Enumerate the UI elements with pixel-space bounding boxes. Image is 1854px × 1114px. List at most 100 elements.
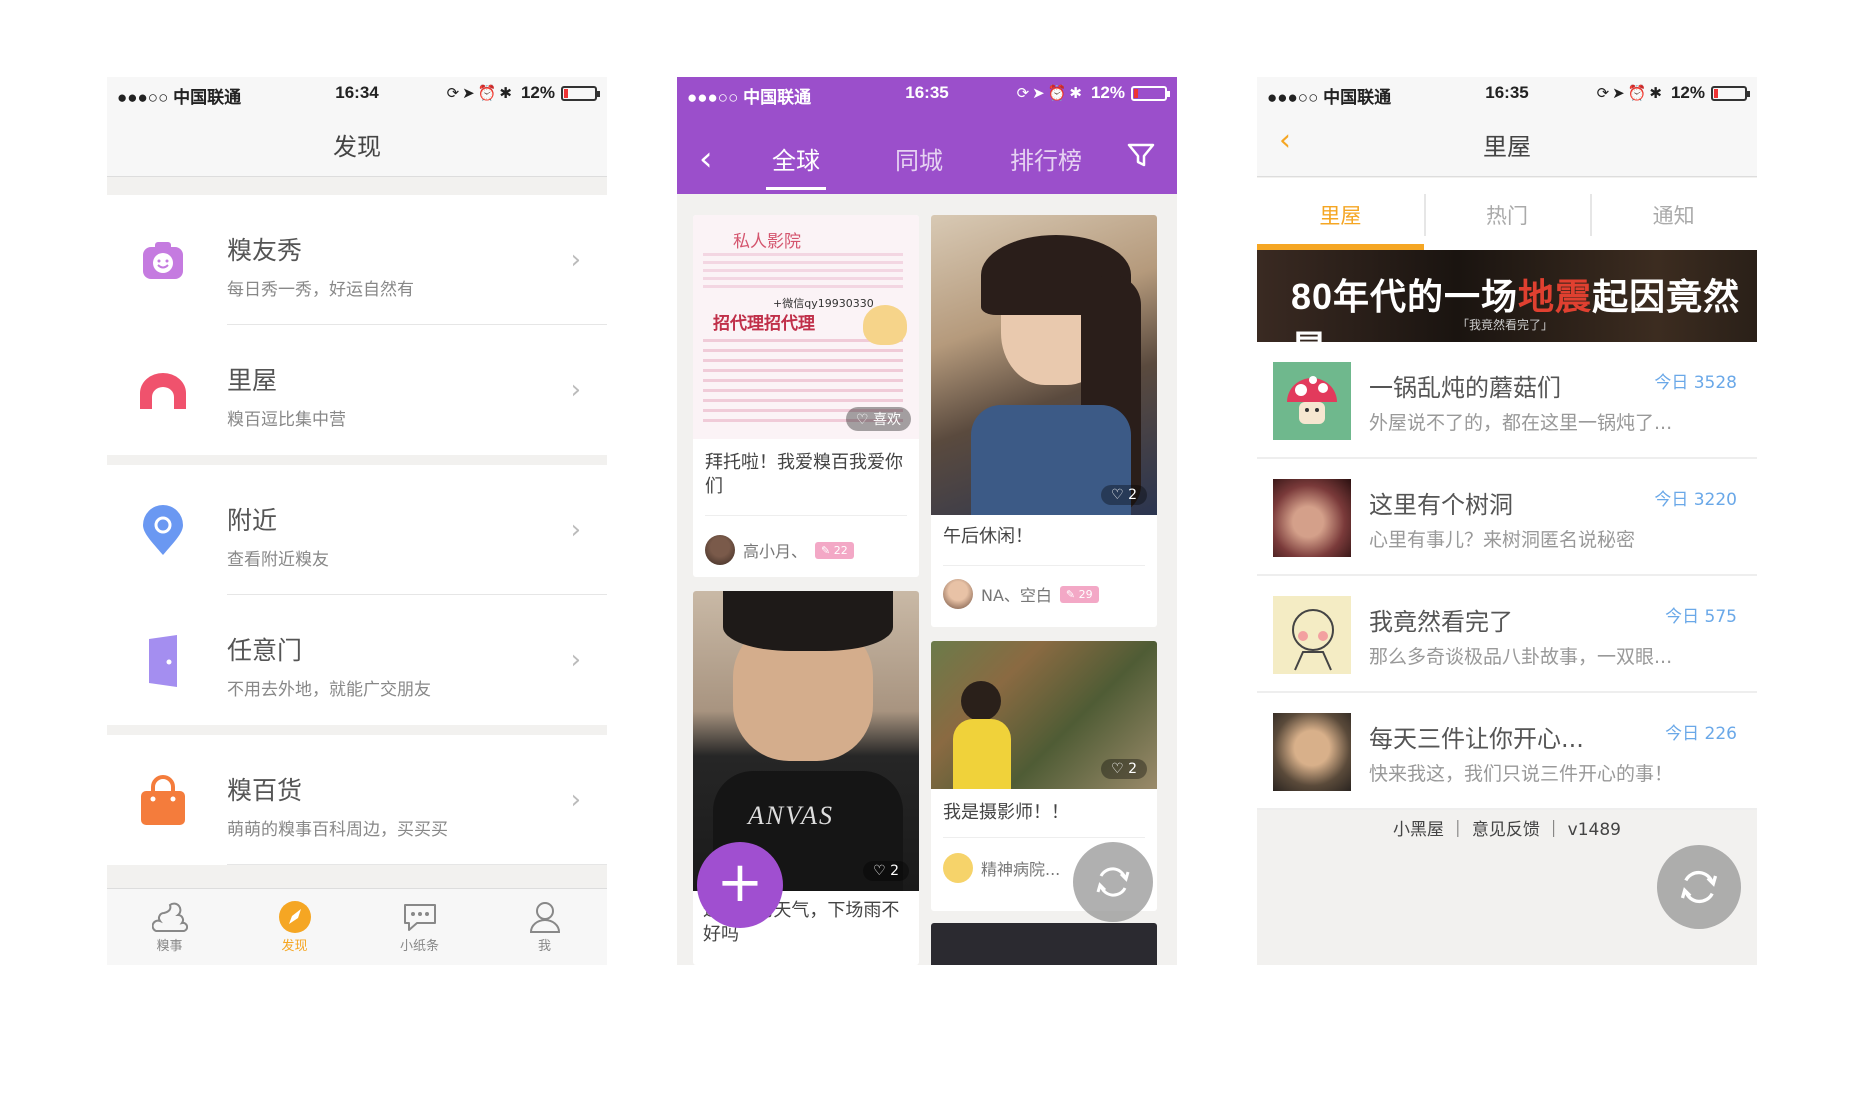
banner-shop-name: 私人影院 xyxy=(733,232,801,252)
author-name: 精神病院... xyxy=(981,860,1061,879)
tab-same-city[interactable]: 同城 xyxy=(895,141,943,176)
tab-qiushi[interactable]: 糗事 xyxy=(107,889,232,965)
discover-screen: ●●●○○ 中国联通 16:34 ⟳➤⏰✱ 12% 发现 糗友秀 每日秀一秀，好… xyxy=(107,77,607,965)
footer-links[interactable]: 小黑屋 ｜ 意见反馈 ｜ v1489 xyxy=(1257,815,1757,840)
today-count: 今日 575 xyxy=(1665,607,1737,627)
group-row[interactable]: 这里有个树洞 今日 3220 心里有事儿？来树洞匿名说秘密 xyxy=(1257,459,1757,576)
like-button[interactable]: ♡ 2 xyxy=(863,861,909,881)
banner-recruit: 招代理招代理 xyxy=(713,314,815,334)
post-author[interactable]: 高小月、 ✎ 22 xyxy=(705,535,854,565)
author-name: 高小月、 xyxy=(743,542,808,561)
tab-me[interactable]: 我 xyxy=(482,889,607,965)
post-caption: 我是摄影师！！ xyxy=(943,802,1069,823)
add-post-button[interactable]: + xyxy=(697,842,783,928)
tab-faxian[interactable]: 发现 xyxy=(232,889,357,965)
battery-icon xyxy=(1711,85,1750,101)
item-desc: 查看附近糗友 xyxy=(227,550,329,570)
group-row[interactable]: 一锅乱炖的蘑菇们 今日 3528 外屋说不了的，都在这里一锅炖了... xyxy=(1257,342,1757,459)
like-button[interactable]: ♡ 2 xyxy=(1101,759,1147,779)
list-item-fujin[interactable]: 附近 查看附近糗友 › xyxy=(107,465,607,595)
shopping-bag-icon xyxy=(137,775,189,827)
page-title: 里屋 xyxy=(1483,133,1531,161)
back-chevron-icon[interactable]: ‹ xyxy=(699,139,713,179)
group-desc: 外屋说不了的，都在这里一锅炖了... xyxy=(1369,412,1673,434)
status-icons: ⟳➤⏰✱ xyxy=(1016,85,1085,102)
liwu-screen: ●●●○○ 中国联通 16:35 ⟳➤⏰✱ 12% ‹ 里屋 里屋 热门 通知 … xyxy=(1257,77,1757,965)
battery-percent: 12% xyxy=(1090,83,1125,102)
tab-xiaozhitiao[interactable]: 小纸条 xyxy=(357,889,482,965)
status-icons: ⟳➤⏰✱ xyxy=(1596,85,1665,102)
group-name: 一锅乱炖的蘑菇们 xyxy=(1369,374,1561,402)
camera-icon xyxy=(137,235,189,287)
level-badge: ✎ 22 xyxy=(815,541,854,559)
post-card[interactable]: 私人影院 +微信qy19930330 招代理招代理 ♡ 喜欢 拜托啦！我爱糗百我… xyxy=(693,215,919,577)
tab-hot[interactable]: 热门 xyxy=(1423,178,1591,250)
group-name: 每天三件让你开心... xyxy=(1369,725,1584,753)
tab-label: 糗事 xyxy=(156,939,183,954)
laughing-man-thumbnail xyxy=(1273,713,1351,791)
status-bar: ●●●○○ 中国联通 16:35 ⟳➤⏰✱ 12% xyxy=(677,77,1177,109)
page-title: 发现 xyxy=(333,133,381,161)
author-name: NA、空白 xyxy=(981,586,1052,605)
mushroom-thumbnail xyxy=(1273,362,1351,440)
avatar xyxy=(943,853,973,883)
discover-list: 糗友秀 每日秀一秀，好运自然有 › 里屋 糗百逗比集中营 › 附近 查看附近糗友… xyxy=(107,195,607,865)
tab-global[interactable]: 全球 xyxy=(766,141,826,190)
chevron-right-icon: › xyxy=(570,785,581,815)
tab-liwu[interactable]: 里屋 xyxy=(1257,178,1424,250)
item-desc: 不用去外地，就能广交朋友 xyxy=(227,680,431,700)
group-row[interactable]: 每天三件让你开心... 今日 226 快来我这，我们只说三件开心的事！ xyxy=(1257,693,1757,810)
item-desc: 萌萌的糗事百科周边，买买买 xyxy=(227,820,448,840)
group-list: 一锅乱炖的蘑菇们 今日 3528 外屋说不了的，都在这里一锅炖了... 这里有个… xyxy=(1257,342,1757,810)
status-bar: ●●●○○ 中国联通 16:35 ⟳➤⏰✱ 12% xyxy=(1257,77,1757,109)
banner-sub: 「我竟然看完了」 xyxy=(1457,318,1554,332)
like-button[interactable]: ♡ 2 xyxy=(1101,485,1147,505)
group-row[interactable]: 我竟然看完了 今日 575 那么多奇谈极品八卦故事，一双眼... xyxy=(1257,576,1757,693)
status-bar: ●●●○○ 中国联通 16:34 ⟳➤⏰✱ 12% xyxy=(107,77,607,109)
tab-ranking[interactable]: 排行榜 xyxy=(1010,141,1082,176)
battery-percent: 12% xyxy=(520,83,555,102)
today-count: 今日 3220 xyxy=(1654,490,1737,510)
today-count: 今日 3528 xyxy=(1654,373,1737,393)
item-name: 附近 xyxy=(227,506,278,535)
group-desc: 心里有事儿？来树洞匿名说秘密 xyxy=(1369,529,1636,551)
avatar xyxy=(705,535,735,565)
battery-icon xyxy=(561,85,600,101)
nav-bar: ●●●○○ 中国联通 16:35 ⟳➤⏰✱ 12% ‹ 里屋 xyxy=(1257,77,1757,177)
post-image: 私人影院 +微信qy19930330 招代理招代理 ♡ 喜欢 xyxy=(693,215,919,439)
house-arch-icon xyxy=(137,365,189,417)
poop-icon xyxy=(107,899,232,935)
status-icons: ⟳➤⏰✱ xyxy=(446,85,515,102)
item-desc: 糗百逗比集中营 xyxy=(227,410,346,430)
refresh-button[interactable] xyxy=(1657,845,1741,929)
door-icon xyxy=(137,635,189,687)
nav-bar: ●●●○○ 中国联通 16:35 ⟳➤⏰✱ 12% ‹ 全球 同城 排行榜 xyxy=(677,77,1177,194)
list-item-qiubaihuo[interactable]: 糗百货 萌萌的糗事百科周边，买买买 › xyxy=(107,735,607,865)
list-item-liwu[interactable]: 里屋 糗百逗比集中营 › xyxy=(107,325,607,455)
nav-bar: ●●●○○ 中国联通 16:34 ⟳➤⏰✱ 12% 发现 xyxy=(107,77,607,177)
post-card[interactable] xyxy=(931,923,1157,965)
post-author[interactable]: 精神病院... xyxy=(943,853,1060,883)
group-name: 这里有个树洞 xyxy=(1369,491,1513,519)
post-caption: 午后休闲！ xyxy=(943,526,1033,547)
like-button[interactable]: ♡ 喜欢 xyxy=(845,407,911,431)
post-card[interactable]: ♡ 2 午后休闲！ NA、空白 ✎ 29 xyxy=(931,215,1157,627)
item-name: 糗友秀 xyxy=(227,236,303,265)
group-desc: 快来我这，我们只说三件开心的事！ xyxy=(1369,763,1674,785)
promo-banner[interactable]: 80年代的一场地震起因竟然是... 「我竟然看完了」 xyxy=(1257,250,1757,342)
tab-label: 小纸条 xyxy=(399,939,439,954)
level-badge: ✎ 29 xyxy=(1059,585,1099,603)
filter-icon[interactable] xyxy=(1127,141,1155,173)
tab-notice[interactable]: 通知 xyxy=(1590,178,1757,250)
item-desc: 每日秀一秀，好运自然有 xyxy=(227,280,414,300)
poop-emoji-icon xyxy=(863,305,907,345)
post-caption: 拜托啦！我爱糗百我爱你们 xyxy=(705,452,903,497)
tab-label: 我 xyxy=(537,939,551,954)
list-item-qiuyouxiu[interactable]: 糗友秀 每日秀一秀，好运自然有 › xyxy=(107,195,607,325)
post-author[interactable]: NA、空白 ✎ 29 xyxy=(943,579,1099,609)
list-item-renyimen[interactable]: 任意门 不用去外地，就能广交朋友 › xyxy=(107,595,607,725)
battery-icon xyxy=(1131,85,1170,101)
segment-tabs: 里屋 热门 通知 xyxy=(1257,178,1757,250)
chat-bubble-icon xyxy=(357,899,482,935)
refresh-button[interactable] xyxy=(1073,842,1153,922)
